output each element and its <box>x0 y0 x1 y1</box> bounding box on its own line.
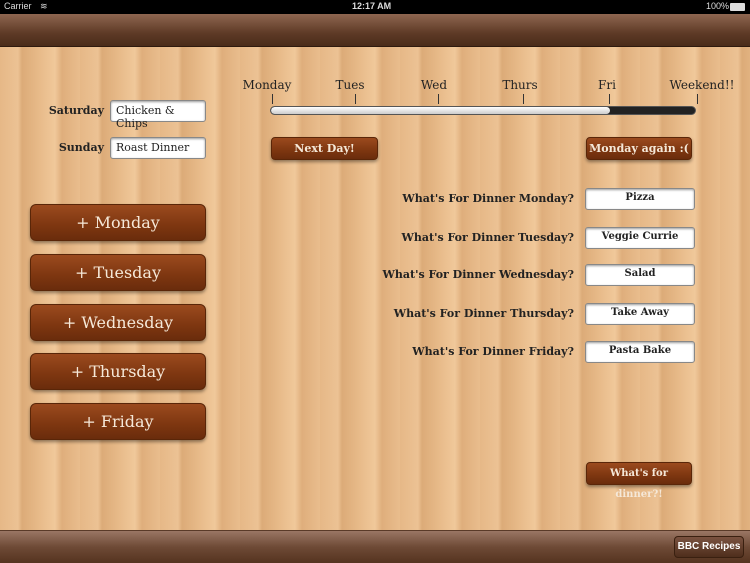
add-friday-button[interactable]: + Friday <box>30 403 206 440</box>
tick-mark <box>609 94 610 104</box>
whats-for-dinner-button[interactable]: What's for dinner?! <box>586 462 692 500</box>
tick-label: Weekend!! <box>669 78 735 92</box>
add-monday-button[interactable]: + Monday <box>30 204 206 241</box>
tick-mark <box>438 94 439 104</box>
bottom-toolbar <box>0 530 750 563</box>
wifi-icon: ≋ <box>40 1 48 11</box>
dinner-label-tuesday: What's For Dinner Tuesday? <box>401 231 574 244</box>
progress-fill <box>271 107 611 114</box>
saturday-input[interactable]: Chicken & Chips <box>110 100 206 130</box>
dinner-field-friday[interactable]: Pasta Bake <box>585 341 695 363</box>
add-wednesday-button[interactable]: + Wednesday <box>30 304 206 341</box>
clock: 12:17 AM <box>352 1 392 11</box>
sunday-label: Sunday <box>58 141 104 154</box>
tick-mark <box>272 94 273 104</box>
tick-label: Tues <box>335 78 365 92</box>
dinner-field-tuesday[interactable]: Veggie Currie <box>585 227 695 249</box>
tick-label: Wed <box>420 78 448 92</box>
sunday-input[interactable]: Roast Dinner <box>110 137 206 159</box>
progress-bar <box>270 106 696 115</box>
dinner-field-wednesday[interactable]: Salad <box>585 264 695 286</box>
status-bar: Carrier ≋ 12:17 AM 100% <box>0 0 750 14</box>
saturday-label: Saturday <box>48 104 104 117</box>
carrier-label: Carrier <box>4 1 32 11</box>
add-thursday-button[interactable]: + Thursday <box>30 353 206 390</box>
dinner-label-friday: What's For Dinner Friday? <box>412 345 574 358</box>
monday-again-button[interactable]: Monday again :( <box>586 137 692 160</box>
dinner-label-wednesday: What's For Dinner Wednesday? <box>382 268 574 281</box>
tick-label: Thurs <box>502 78 538 92</box>
tick-mark <box>697 94 698 104</box>
bbc-recipes-button[interactable]: BBC Recipes <box>674 536 744 558</box>
dinner-label-monday: What's For Dinner Monday? <box>402 192 574 205</box>
tick-mark <box>355 94 356 104</box>
tick-label: Fri <box>598 78 616 92</box>
next-day-button[interactable]: Next Day! <box>271 137 378 160</box>
dinner-field-thursday[interactable]: Take Away <box>585 303 695 325</box>
add-tuesday-button[interactable]: + Tuesday <box>30 254 206 291</box>
dinner-field-monday[interactable]: Pizza <box>585 188 695 210</box>
dinner-label-thursday: What's For Dinner Thursday? <box>393 307 574 320</box>
tick-mark <box>523 94 524 104</box>
battery-icon <box>730 3 745 11</box>
battery-percent: 100% <box>706 1 730 11</box>
tick-label: Monday <box>242 78 292 92</box>
nav-bar <box>0 14 750 47</box>
